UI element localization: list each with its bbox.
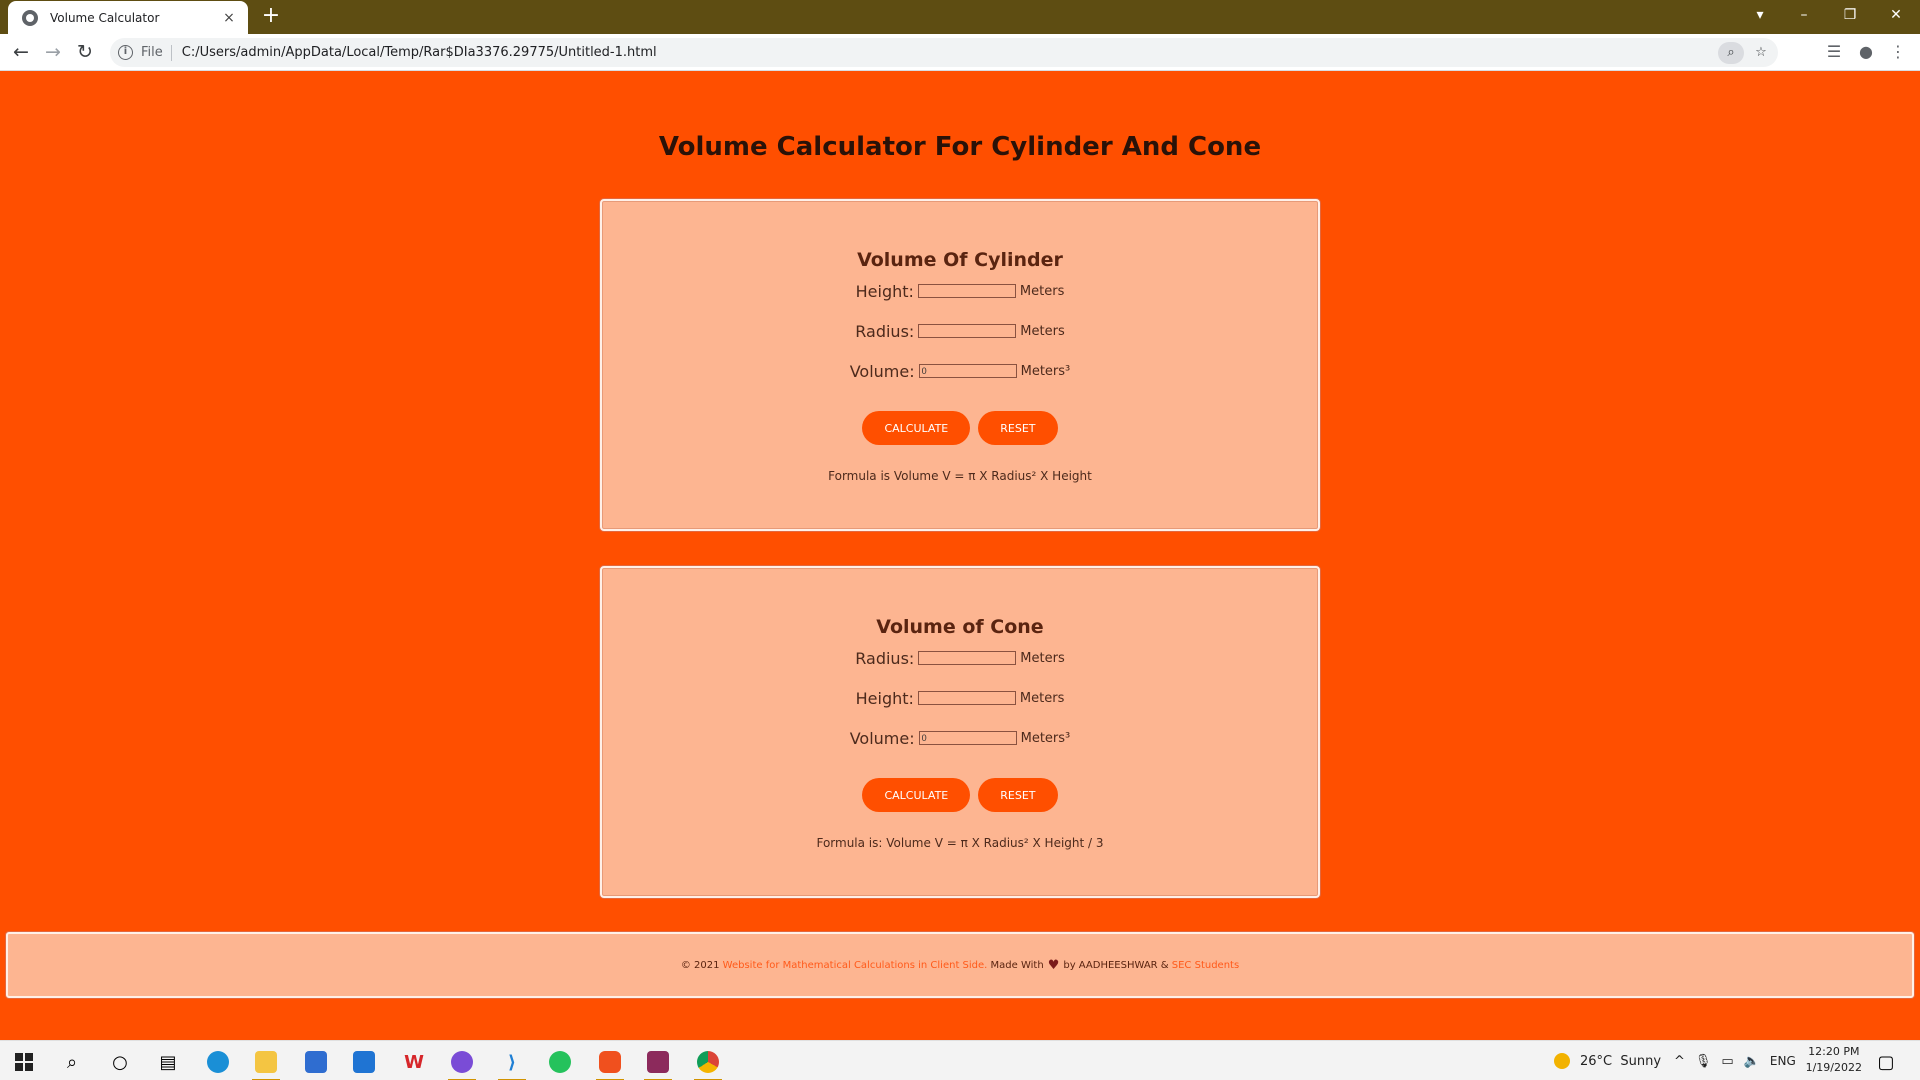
heart-icon: ♥ <box>1047 957 1060 973</box>
taskbar: ⌕ ○ ▤ W ⟩ 26°C Sunny ^ 🎙 ▭ 🔈 ENG 12:20 P… <box>0 1040 1920 1080</box>
brave-icon[interactable] <box>592 1047 628 1080</box>
cylinder-height-input[interactable] <box>917 284 1016 298</box>
browser-tab[interactable]: Volume Calculator × <box>8 1 248 34</box>
chat-app-icon[interactable] <box>444 1047 480 1080</box>
network-icon[interactable]: ▭ <box>1721 1054 1733 1069</box>
cylinder-card: Volume Of Cylinder Height: Meters Radius… <box>600 199 1320 531</box>
close-window-button[interactable]: ✕ <box>1874 0 1918 30</box>
file-explorer-icon[interactable] <box>248 1047 284 1080</box>
cone-heading: Volume of Cone <box>876 616 1044 638</box>
site-link[interactable]: Website for Mathematical Calculations in… <box>723 960 988 971</box>
org-link[interactable]: SEC Students <box>1172 960 1239 971</box>
clock-time: 12:20 PM <box>1808 1045 1860 1058</box>
clock[interactable]: 12:20 PM 1/19/2022 <box>1806 1044 1862 1076</box>
bookmark-star-icon[interactable]: ☆ <box>1748 42 1774 64</box>
windows-start-icon[interactable] <box>6 1047 42 1077</box>
cone-card: Volume of Cone Radius: Meters Height: Me… <box>600 566 1320 898</box>
volume-label: Volume: <box>849 728 915 748</box>
language-indicator[interactable]: ENG <box>1770 1054 1796 1068</box>
page-footer: © 2021 Website for Mathematical Calculat… <box>6 932 1914 998</box>
task-view-icon[interactable]: ▤ <box>150 1047 186 1077</box>
unit-label: Meters <box>1019 690 1065 706</box>
weather-widget[interactable]: 26°C Sunny <box>1554 1041 1661 1080</box>
volume-icon[interactable]: 🔈 <box>1744 1054 1760 1069</box>
cone-height-input[interactable] <box>917 691 1016 705</box>
back-arrow-icon[interactable]: ← <box>8 39 34 65</box>
browser-title-bar: Volume Calculator × + ▾ – ❐ ✕ <box>0 0 1920 34</box>
zoom-icon[interactable]: ⌕ <box>1718 41 1744 64</box>
info-icon[interactable]: i <box>118 45 133 60</box>
cylinder-buttons: CALCULATE RESET <box>602 411 1318 445</box>
mail-icon[interactable] <box>346 1047 382 1077</box>
reload-icon[interactable]: ↻ <box>72 39 98 65</box>
restore-button[interactable]: ❐ <box>1828 0 1872 30</box>
cone-radius-input[interactable] <box>918 651 1017 665</box>
browser-toolbar: ← → ↻ i File C:/Users/admin/AppData/Loca… <box>0 34 1920 71</box>
volume-unit-label: Meters³ <box>1020 363 1071 379</box>
weather-text: Sunny <box>1620 1053 1662 1069</box>
whatsapp-icon[interactable] <box>542 1047 578 1077</box>
tab-title: Volume Calculator <box>50 10 160 25</box>
cone-volume-row: Volume: Meters³ <box>602 724 1318 752</box>
vscode-icon[interactable]: ⟩ <box>494 1047 530 1080</box>
microphone-icon[interactable]: 🎙 <box>1695 1054 1712 1069</box>
cylinder-radius-input[interactable] <box>918 324 1017 338</box>
tab-close-button[interactable]: × <box>220 10 238 26</box>
scheme-label: File <box>141 45 163 60</box>
cone-volume-output[interactable] <box>918 731 1017 745</box>
wps-office-icon[interactable]: W <box>396 1047 432 1077</box>
made-with-text: Made With <box>990 959 1044 971</box>
cylinder-volume-output[interactable] <box>918 364 1017 378</box>
chrome-icon[interactable] <box>690 1047 726 1080</box>
cylinder-calculate-button[interactable]: CALCULATE <box>862 411 971 445</box>
cylinder-formula: Formula is Volume V = π X Radius² X Heig… <box>828 469 1092 483</box>
edge-icon[interactable] <box>200 1047 236 1077</box>
copyright-text: © 2021 <box>680 959 720 971</box>
notifications-icon[interactable]: ▢ <box>1868 1047 1904 1077</box>
url-text[interactable]: C:/Users/admin/AppData/Local/Temp/Rar$DI… <box>182 45 1718 60</box>
cone-radius-row: Radius: Meters <box>602 644 1318 672</box>
volume-unit-label: Meters³ <box>1020 730 1071 746</box>
system-tray: ^ 🎙 ▭ 🔈 ENG <box>1674 1041 1796 1080</box>
chevron-up-icon[interactable]: ^ <box>1674 1054 1685 1069</box>
cone-height-row: Height: Meters <box>602 684 1318 712</box>
globe-icon <box>22 9 38 26</box>
cone-calculate-button[interactable]: CALCULATE <box>862 778 971 812</box>
minimize-button[interactable]: – <box>1782 0 1826 30</box>
temperature-text: 26°C <box>1580 1053 1613 1069</box>
page-title: Volume Calculator For Cylinder And Cone <box>658 132 1262 162</box>
unit-label: Meters <box>1020 323 1065 339</box>
unit-label: Meters <box>1020 650 1065 666</box>
cylinder-radius-row: Radius: Meters <box>602 317 1318 345</box>
cortana-icon[interactable]: ○ <box>102 1047 138 1077</box>
cylinder-reset-button[interactable]: RESET <box>978 411 1058 445</box>
radius-label: Radius: <box>855 648 915 668</box>
clock-date: 1/19/2022 <box>1805 1061 1862 1074</box>
cylinder-volume-row: Volume: Meters³ <box>602 357 1318 385</box>
tab-search-icon[interactable]: ▾ <box>1738 0 1782 30</box>
cone-reset-button[interactable]: RESET <box>978 778 1058 812</box>
forward-arrow-icon[interactable]: → <box>40 39 66 65</box>
profile-icon[interactable]: ● <box>1854 40 1878 64</box>
cone-formula: Formula is: Volume V = π X Radius² X Hei… <box>816 836 1104 850</box>
radius-label: Radius: <box>855 321 915 341</box>
cylinder-heading: Volume Of Cylinder <box>857 249 1063 271</box>
store-icon[interactable] <box>298 1047 334 1077</box>
volume-label: Volume: <box>849 361 915 381</box>
sun-icon <box>1554 1053 1570 1069</box>
divider <box>170 44 172 61</box>
winrar-icon[interactable] <box>640 1047 676 1080</box>
author-text: by AADHEESHWAR & <box>1063 959 1169 971</box>
height-label: Height: <box>855 281 914 301</box>
reading-list-icon[interactable]: ☰ <box>1822 40 1846 64</box>
cone-buttons: CALCULATE RESET <box>602 778 1318 812</box>
unit-label: Meters <box>1019 283 1065 299</box>
cylinder-height-row: Height: Meters <box>602 277 1318 305</box>
page: Volume Calculator For Cylinder And Cone … <box>0 72 1920 1040</box>
menu-icon[interactable]: ⋮ <box>1886 40 1910 64</box>
height-label: Height: <box>855 688 914 708</box>
address-bar[interactable]: i File C:/Users/admin/AppData/Local/Temp… <box>110 38 1778 67</box>
search-icon[interactable]: ⌕ <box>54 1047 90 1077</box>
new-tab-button[interactable]: + <box>258 4 284 30</box>
